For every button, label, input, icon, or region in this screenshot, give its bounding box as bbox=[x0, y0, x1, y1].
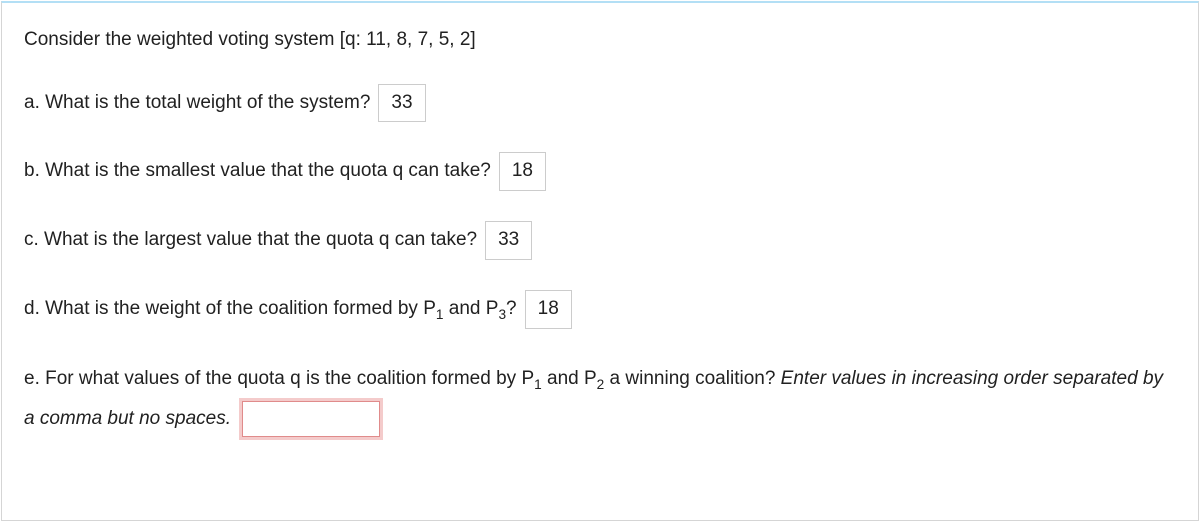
qe-hint1: Enter values in increasing order bbox=[781, 368, 1048, 389]
question-d: d. What is the weight of the coalition f… bbox=[24, 290, 1176, 329]
answer-b[interactable]: 18 bbox=[499, 152, 546, 191]
question-e-label: e. For what values of the quota q is the… bbox=[24, 368, 1048, 389]
question-c-label: c. What is the largest value that the qu… bbox=[24, 227, 477, 254]
question-panel: Consider the weighted voting system [q: … bbox=[1, 1, 1199, 521]
answer-a[interactable]: 33 bbox=[378, 84, 425, 123]
question-a: a. What is the total weight of the syste… bbox=[24, 84, 1176, 123]
qd-prefix: d. What is the weight of the coalition f… bbox=[24, 298, 436, 319]
question-a-label: a. What is the total weight of the syste… bbox=[24, 90, 370, 117]
qe-sub1: 1 bbox=[534, 377, 542, 392]
qe-mid: and P bbox=[542, 368, 597, 389]
answer-c[interactable]: 33 bbox=[485, 221, 532, 260]
qe-suffix: a winning coalition? bbox=[604, 368, 780, 389]
question-e: e. For what values of the quota q is the… bbox=[24, 359, 1176, 439]
intro-text: Consider the weighted voting system [q: … bbox=[24, 27, 1176, 54]
qe-prefix: e. For what values of the quota q is the… bbox=[24, 368, 534, 389]
question-b-label: b. What is the smallest value that the q… bbox=[24, 158, 491, 185]
qd-mid: and P bbox=[444, 298, 499, 319]
answer-e-input[interactable] bbox=[242, 401, 380, 437]
question-b: b. What is the smallest value that the q… bbox=[24, 152, 1176, 191]
qd-sub1: 1 bbox=[436, 307, 444, 322]
answer-d[interactable]: 18 bbox=[525, 290, 572, 329]
qd-sub2: 3 bbox=[498, 307, 506, 322]
question-c: c. What is the largest value that the qu… bbox=[24, 221, 1176, 260]
qd-suffix: ? bbox=[506, 298, 517, 319]
question-d-label: d. What is the weight of the coalition f… bbox=[24, 296, 517, 323]
